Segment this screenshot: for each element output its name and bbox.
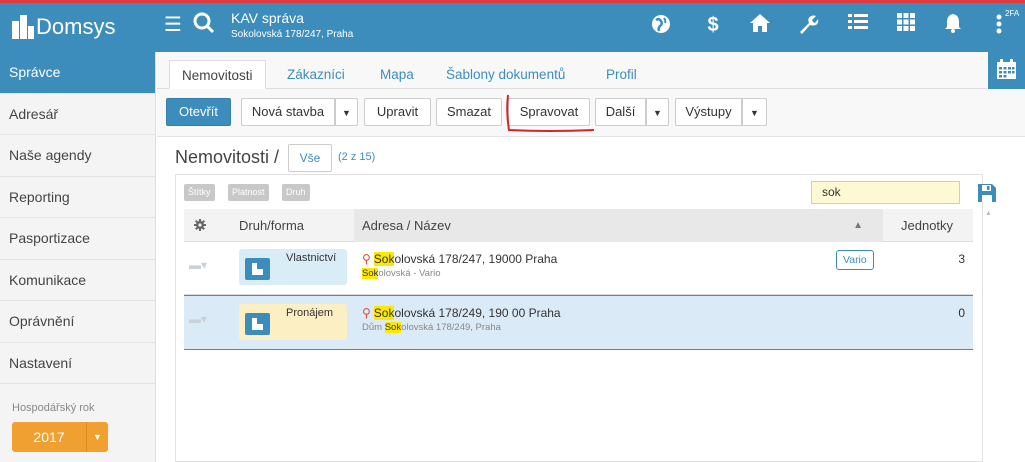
filter-all-button[interactable]: Vše [288, 144, 332, 172]
more-dropdown[interactable]: ▼ [646, 98, 669, 126]
outputs-dropdown[interactable]: ▼ [742, 98, 767, 126]
scroll-up-icon[interactable]: ▲ [985, 210, 992, 217]
logo-icon [12, 15, 34, 39]
bell-icon[interactable] [940, 13, 966, 39]
address-title[interactable]: ⚲ Sokolovská 178/249, 190 00 Praha [362, 306, 561, 320]
menu-icon[interactable]: ☰ [160, 13, 186, 37]
search-input[interactable]: sok [811, 181, 960, 204]
address-highlight: Sok [373, 306, 395, 320]
column-header-address-label: Adresa / Název [362, 218, 451, 233]
context-address: Sokolovská 178/247, Praha [231, 29, 354, 40]
map-pin-icon: ⚲ [362, 252, 371, 266]
twofa-badge: 2FA [1005, 9, 1020, 18]
vario-tag[interactable]: Vario [836, 250, 874, 270]
tab-zakaznici[interactable]: Zákazníci [275, 60, 357, 89]
table-scrollbar[interactable]: ▲ [983, 208, 993, 462]
fiscal-year-label: Hospodářský rok [12, 402, 95, 414]
search-icon[interactable] [191, 11, 217, 41]
sort-asc-icon[interactable]: ▲ [853, 209, 863, 242]
tab-profil[interactable]: Profil [594, 60, 649, 89]
new-building-button[interactable]: Nová stavba [241, 98, 335, 126]
type-label: Pronájem [286, 307, 334, 319]
red-hand-drawn-mark [506, 94, 595, 132]
table-header: Druh/forma Adresa / Název ▲ Jednotky [184, 209, 973, 242]
sidebar-item-komunikace[interactable]: Komunikace [0, 260, 155, 301]
tab-sablony-dokumentu[interactable]: Šablony dokumentů [434, 60, 577, 89]
filter-chip-druh[interactable]: Druh [282, 184, 310, 201]
context-title[interactable]: KAV správa Sokolovská 178/247, Praha [231, 10, 353, 40]
sidebar-item-nastaveni[interactable]: Nastavení [0, 343, 155, 384]
home-icon[interactable] [747, 13, 773, 39]
sidebar-item-reporting[interactable]: Reporting [0, 177, 155, 218]
logo-text: Domsys [36, 14, 116, 39]
calendar-button[interactable] [988, 52, 1025, 89]
context-name: KAV správa [231, 10, 304, 26]
type-badge: Pronájem [239, 304, 347, 340]
map-pin-icon: ⚲ [362, 306, 371, 320]
chevron-down-icon[interactable]: ▼ [86, 422, 108, 452]
more-button[interactable]: Další [595, 98, 646, 126]
filter-chip-platnost[interactable]: Platnost [228, 184, 269, 201]
globe-icon[interactable] [648, 14, 674, 40]
tab-bar: Nemovitosti Zákazníci Mapa Šablony dokum… [157, 52, 987, 89]
address-subtitle: Dům Sokolovská 178/249, Praha [362, 322, 501, 333]
subtitle-prefix: Dům [362, 322, 385, 333]
top-navbar: Domsys ☰ KAV správa Sokolovská 178/247, … [0, 0, 1025, 52]
tab-nemovitosti[interactable]: Nemovitosti [169, 60, 266, 89]
sidebar-item-spravce[interactable]: Správce [0, 52, 155, 94]
dollar-icon[interactable]: $ [700, 13, 726, 37]
column-header-address[interactable]: Adresa / Název ▲ [354, 209, 883, 242]
caret-down-icon: ▼ [750, 108, 759, 118]
table-row[interactable]: ▬▾ Pronájem ⚲ Sokolovská 178/249, 190 00 … [184, 295, 973, 350]
units-value: 3 [958, 252, 965, 266]
table-row[interactable]: ▬▾ Vlastnictví ⚲ Sokolovská 178/247, 1900… [184, 242, 973, 295]
grid-icon[interactable] [893, 13, 919, 37]
building-icon [245, 258, 270, 280]
edit-button[interactable]: Upravit [364, 98, 431, 126]
filter-chip-stitky[interactable]: Štítky [184, 184, 215, 201]
fiscal-year-select[interactable]: 2017 ▼ [12, 422, 108, 452]
save-icon[interactable] [977, 183, 997, 206]
briefcase-icon[interactable]: ▬▾ [189, 312, 207, 326]
column-header-type[interactable]: Druh/forma [239, 209, 304, 242]
type-label: Vlastnictví [286, 252, 337, 264]
briefcase-icon[interactable]: ▬▾ [189, 258, 207, 272]
top-alert-line [0, 0, 1025, 3]
address-highlight: Sok [373, 252, 395, 266]
open-button[interactable]: Otevřít [166, 98, 231, 126]
column-header-units[interactable]: Jednotky [901, 209, 953, 242]
page-title: Nemovitosti / [175, 147, 280, 167]
calendar-icon [997, 59, 1016, 79]
tab-mapa[interactable]: Mapa [368, 60, 426, 89]
gear-icon[interactable] [194, 209, 206, 242]
address-rest: olovská 178/249, 190 00 Praha [394, 306, 561, 320]
subtitle-highlight: Sok [362, 268, 379, 279]
delete-button[interactable]: Smazat [436, 98, 502, 126]
address-subtitle: Sokolovská - Vario [362, 268, 441, 279]
list-icon[interactable] [845, 13, 871, 37]
result-count: (2 z 15) [338, 151, 376, 163]
type-badge: Vlastnictví [239, 249, 347, 285]
subtitle-highlight: Sok [384, 322, 402, 333]
sidebar-item-nase-agendy[interactable]: Naše agendy [0, 135, 155, 177]
subtitle-rest: olovská 178/249, Praha [401, 322, 501, 333]
outputs-button[interactable]: Výstupy [675, 98, 742, 126]
sidebar-item-pasportizace[interactable]: Pasportizace [0, 218, 155, 260]
fiscal-year-value: 2017 [33, 429, 65, 445]
subtitle-rest: olovská - Vario [378, 268, 441, 279]
sidebar-item-opravneni[interactable]: Oprávnění [0, 301, 155, 343]
wrench-icon[interactable] [795, 13, 821, 41]
logo[interactable]: Domsys [12, 14, 115, 40]
units-value: 0 [958, 306, 965, 320]
sidebar: Správce Adresář Naše agendy Reporting Pa… [0, 52, 156, 462]
caret-down-icon: ▼ [653, 108, 662, 118]
caret-down-icon: ▼ [342, 108, 351, 118]
building-icon [245, 313, 270, 335]
sidebar-item-adresar[interactable]: Adresář [0, 94, 155, 135]
address-title[interactable]: ⚲ Sokolovská 178/247, 19000 Praha [362, 252, 557, 266]
address-rest: olovská 178/247, 19000 Praha [394, 252, 558, 266]
new-building-dropdown[interactable]: ▼ [335, 98, 358, 126]
